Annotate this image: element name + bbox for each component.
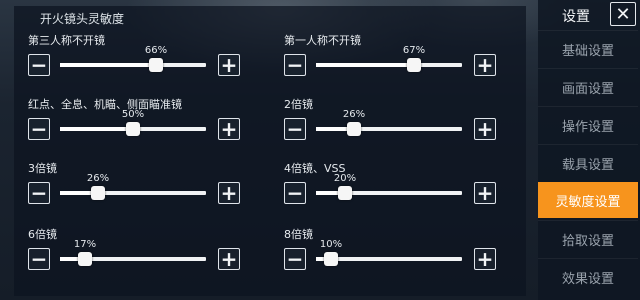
slider-thumb[interactable] [149,58,163,72]
increase-button[interactable]: + [218,248,240,270]
slider-label: 8倍镜 [284,228,313,241]
decrease-button[interactable]: − [284,182,306,204]
sensitivity-slider: 6倍镜 − 17% + [28,226,248,278]
slider-thumb[interactable] [347,122,361,136]
slider-fill [316,63,414,67]
increase-button[interactable]: + [474,182,496,204]
minus-icon: − [30,181,48,205]
slider-thumb[interactable] [338,186,352,200]
slider-track[interactable] [60,186,206,200]
slider-thumb[interactable] [324,252,338,266]
increase-button[interactable]: + [218,182,240,204]
plus-icon: + [220,53,238,77]
slider-percent: 10% [319,239,343,250]
decrease-button[interactable]: − [28,118,50,140]
menu-item[interactable]: 画面设置 [538,68,638,105]
sensitivity-slider: 第一人称不开镜 − 67% + [284,32,504,84]
close-icon: ✕ [615,3,631,25]
plus-icon: + [476,247,494,271]
sensitivity-slider: 2倍镜 − 26% + [284,96,504,148]
increase-button[interactable]: + [474,118,496,140]
minus-icon: − [286,247,304,271]
increase-button[interactable]: + [474,248,496,270]
increase-button[interactable]: + [218,54,240,76]
menu-item[interactable]: 载具设置 [538,144,638,181]
minus-icon: − [286,53,304,77]
sensitivity-slider: 3倍镜 − 26% + [28,160,248,212]
sensitivity-slider: 4倍镜、VSS −20% + [284,160,504,212]
slider-track[interactable] [316,58,462,72]
slider-percent: 20% [333,173,357,184]
slider-percent: 26% [86,173,110,184]
sensitivity-slider: 8倍镜 − 10% + [284,226,504,278]
decrease-button[interactable]: − [28,54,50,76]
slider-track[interactable] [60,122,206,136]
plus-icon: + [476,53,494,77]
sensitivity-slider: 红点、全息、机瞄、侧面瞄准镜 − 50% + [28,96,248,148]
slider-percent: 67% [402,45,426,56]
minus-icon: − [286,181,304,205]
slider-percent: 17% [73,239,97,250]
sensitivity-slider: 第三人称不开镜 − 66% + [28,32,248,84]
plus-icon: + [220,117,238,141]
slider-label: 3倍镜 [28,162,57,175]
menu-header: 设置 ✕ [538,0,640,30]
slider-thumb[interactable] [126,122,140,136]
slider-percent: 50% [121,109,145,120]
increase-button[interactable]: + [218,118,240,140]
menu-item[interactable]: 操作设置 [538,106,638,143]
slider-track[interactable] [316,122,462,136]
minus-icon: − [286,117,304,141]
slider-track[interactable] [316,186,462,200]
slider-label: 2倍镜 [284,98,313,111]
slider-track[interactable] [60,58,206,72]
plus-icon: + [220,247,238,271]
decrease-button[interactable]: − [284,54,306,76]
minus-icon: − [30,53,48,77]
slider-label: 红点、全息、机瞄、侧面瞄准镜 [28,98,182,111]
decrease-button[interactable]: − [284,248,306,270]
minus-icon: − [30,247,48,271]
decrease-button[interactable]: − [284,118,306,140]
slider-label: 第一人称不开镜 [284,34,361,47]
menu-item[interactable]: 拾取设置 [538,220,638,257]
slider-thumb[interactable] [91,186,105,200]
menu-title: 设置 [562,9,590,25]
plus-icon: + [220,181,238,205]
slider-percent: 26% [342,109,366,120]
slider-track[interactable] [316,252,462,266]
increase-button[interactable]: + [474,54,496,76]
menu-item[interactable]: 灵敏度设置 [538,182,638,218]
slider-fill [60,127,133,131]
slider-thumb[interactable] [407,58,421,72]
settings-menu: 设置 ✕ 基础设置 画面设置 操作设置 载具设置 灵敏度设置 拾取设置 效果设置 [538,0,640,300]
decrease-button[interactable]: − [28,248,50,270]
slider-track[interactable] [60,252,206,266]
slider-label: 第三人称不开镜 [28,34,105,47]
slider-percent: 66% [144,45,168,56]
slider-thumb[interactable] [78,252,92,266]
plus-icon: + [476,181,494,205]
minus-icon: − [30,117,48,141]
decrease-button[interactable]: − [28,182,50,204]
menu-item[interactable]: 基础设置 [538,30,638,67]
plus-icon: + [476,117,494,141]
section-title: 开火镜头灵敏度 [40,12,125,26]
menu-item[interactable]: 效果设置 [538,258,638,295]
slider-label: 6倍镜 [28,228,57,241]
close-button[interactable]: ✕ [610,2,636,26]
slider-fill [60,63,156,67]
